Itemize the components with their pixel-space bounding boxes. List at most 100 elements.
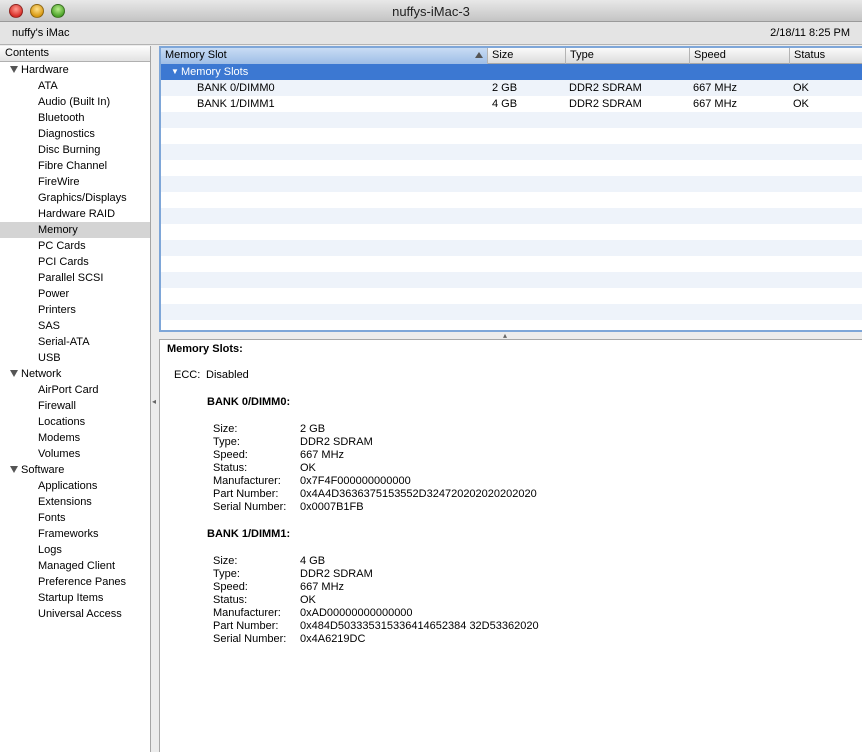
sidebar-group-label: Hardware bbox=[21, 64, 69, 76]
sidebar-group-software[interactable]: Software bbox=[0, 462, 150, 478]
machine-name: nuffy's iMac bbox=[12, 27, 70, 39]
sidebar-item-memory[interactable]: Memory bbox=[0, 222, 150, 238]
sidebar-item-extensions[interactable]: Extensions bbox=[0, 494, 150, 510]
sort-ascending-icon bbox=[475, 52, 483, 58]
field-value: DDR2 SDRAM bbox=[300, 568, 373, 580]
memory-table: Memory Slot Size Type Speed Status ▼ Mem… bbox=[159, 46, 862, 332]
sidebar-item-volumes[interactable]: Volumes bbox=[0, 446, 150, 462]
bank-0-title: BANK 0/DIMM0: bbox=[207, 396, 291, 408]
cell-size: 2 GB bbox=[492, 82, 518, 94]
sidebar-item-applications[interactable]: Applications bbox=[0, 478, 150, 494]
cell-type: DDR2 SDRAM bbox=[569, 98, 642, 110]
empty-row bbox=[161, 208, 862, 224]
sidebar-group-label: Network bbox=[21, 368, 62, 380]
field-value: DDR2 SDRAM bbox=[300, 436, 373, 448]
contents-header[interactable]: Contents bbox=[0, 46, 150, 62]
sidebar-item-serial-ata[interactable]: Serial-ATA bbox=[0, 334, 150, 350]
sidebar-item-usb[interactable]: USB bbox=[0, 350, 150, 366]
sidebar-item-pc-cards[interactable]: PC Cards bbox=[0, 238, 150, 254]
column-label: Memory Slot bbox=[165, 49, 227, 61]
disclosure-triangle-icon[interactable] bbox=[10, 369, 18, 377]
sidebar-item-firewall[interactable]: Firewall bbox=[0, 398, 150, 414]
sidebar-item-graphics-displays[interactable]: Graphics/Displays bbox=[0, 190, 150, 206]
field-value: 0x484D503335315336414652384 32D53362020 bbox=[300, 620, 539, 632]
column-header-speed[interactable]: Speed bbox=[690, 48, 790, 64]
sidebar-item-pci-cards[interactable]: PCI Cards bbox=[0, 254, 150, 270]
field-value: 0x7F4F000000000000 bbox=[300, 475, 411, 487]
sidebar-item-logs[interactable]: Logs bbox=[0, 542, 150, 558]
cell-status: OK bbox=[793, 98, 809, 110]
disclosure-triangle-icon[interactable] bbox=[10, 65, 18, 73]
sidebar-item-universal-access[interactable]: Universal Access bbox=[0, 606, 150, 622]
field-label: Size: bbox=[213, 423, 238, 435]
column-header-status[interactable]: Status bbox=[790, 48, 862, 64]
field-value: 0x4A4D3636375153552D324720202020202020 bbox=[300, 488, 537, 500]
field-value: 4 GB bbox=[300, 555, 326, 567]
sidebar-item-fibre-channel[interactable]: Fibre Channel bbox=[0, 158, 150, 174]
empty-row bbox=[161, 224, 862, 240]
empty-row bbox=[161, 144, 862, 160]
sidebar-item-locations[interactable]: Locations bbox=[0, 414, 150, 430]
field-value: OK bbox=[300, 594, 316, 606]
column-header-memory-slot[interactable]: Memory Slot bbox=[161, 48, 488, 64]
table-row[interactable]: BANK 1/DIMM1 4 GB DDR2 SDRAM 667 MHz OK bbox=[161, 96, 862, 112]
empty-row bbox=[161, 160, 862, 176]
sidebar-item-preference-panes[interactable]: Preference Panes bbox=[0, 574, 150, 590]
pane-splitter[interactable]: ▴ bbox=[159, 331, 862, 340]
cell-size: 4 GB bbox=[492, 98, 518, 110]
empty-row bbox=[161, 304, 862, 320]
sidebar-item-power[interactable]: Power bbox=[0, 286, 150, 302]
field-value: 2 GB bbox=[300, 423, 326, 435]
empty-row bbox=[161, 192, 862, 208]
splitter-handle-icon[interactable]: ▴ bbox=[503, 331, 507, 340]
empty-row bbox=[161, 272, 862, 288]
field-value: 667 MHz bbox=[300, 449, 345, 461]
field-label: Serial Number: bbox=[213, 633, 287, 645]
bank-1-title: BANK 1/DIMM1: bbox=[207, 528, 291, 540]
ecc-value: Disabled bbox=[206, 369, 249, 381]
table-row[interactable]: BANK 0/DIMM0 2 GB DDR2 SDRAM 667 MHz OK bbox=[161, 80, 862, 96]
field-label: Status: bbox=[213, 462, 248, 474]
sidebar-item-frameworks[interactable]: Frameworks bbox=[0, 526, 150, 542]
report-datetime: 2/18/11 8:25 PM bbox=[770, 27, 850, 39]
sidebar-item-bluetooth[interactable]: Bluetooth bbox=[0, 110, 150, 126]
sidebar-item-airport-card[interactable]: AirPort Card bbox=[0, 382, 150, 398]
sidebar-item-modems[interactable]: Modems bbox=[0, 430, 150, 446]
sidebar-item-hardware-raid[interactable]: Hardware RAID bbox=[0, 206, 150, 222]
cell-slot: BANK 0/DIMM0 bbox=[197, 82, 275, 94]
sidebar-item-audio[interactable]: Audio (Built In) bbox=[0, 94, 150, 110]
sidebar-item-parallel-scsi[interactable]: Parallel SCSI bbox=[0, 270, 150, 286]
sidebar-group-label: Software bbox=[21, 464, 65, 476]
sidebar-group-network[interactable]: Network bbox=[0, 366, 150, 382]
sidebar-item-printers[interactable]: Printers bbox=[0, 302, 150, 318]
sidebar-item-managed-client[interactable]: Managed Client bbox=[0, 558, 150, 574]
field-label: Part Number: bbox=[213, 488, 279, 500]
column-header-size[interactable]: Size bbox=[488, 48, 566, 64]
field-label: Serial Number: bbox=[213, 501, 287, 513]
disclosure-triangle-icon[interactable] bbox=[10, 465, 18, 473]
sidebar-item-ata[interactable]: ATA bbox=[0, 78, 150, 94]
field-value: 0x4A6219DC bbox=[300, 633, 366, 645]
split-handle-icon[interactable]: ◂ bbox=[152, 397, 156, 406]
sidebar-item-startup-items[interactable]: Startup Items bbox=[0, 590, 150, 606]
field-value: 667 MHz bbox=[300, 581, 345, 593]
sidebar-item-disc-burning[interactable]: Disc Burning bbox=[0, 142, 150, 158]
cell-slot: BANK 1/DIMM1 bbox=[197, 98, 275, 110]
field-label: Status: bbox=[213, 594, 248, 606]
table-group-row[interactable]: ▼ Memory Slots bbox=[161, 64, 862, 80]
field-label: Manufacturer: bbox=[213, 475, 281, 487]
empty-row bbox=[161, 112, 862, 128]
cell-speed: 667 MHz bbox=[693, 82, 738, 94]
group-disclosure-icon[interactable]: ▼ bbox=[171, 64, 179, 80]
title-bar: nuffys-iMac-3 bbox=[0, 0, 862, 22]
sidebar-item-firewire[interactable]: FireWire bbox=[0, 174, 150, 190]
table-body: ▼ Memory Slots BANK 0/DIMM0 2 GB DDR2 SD… bbox=[161, 64, 862, 330]
field-label: Type: bbox=[213, 568, 240, 580]
sidebar-item-diagnostics[interactable]: Diagnostics bbox=[0, 126, 150, 142]
sidebar-item-sas[interactable]: SAS bbox=[0, 318, 150, 334]
column-header-type[interactable]: Type bbox=[566, 48, 690, 64]
sidebar-item-fonts[interactable]: Fonts bbox=[0, 510, 150, 526]
field-value: 0x0007B1FB bbox=[300, 501, 364, 513]
field-label: Manufacturer: bbox=[213, 607, 281, 619]
sidebar-group-hardware[interactable]: Hardware bbox=[0, 62, 150, 78]
